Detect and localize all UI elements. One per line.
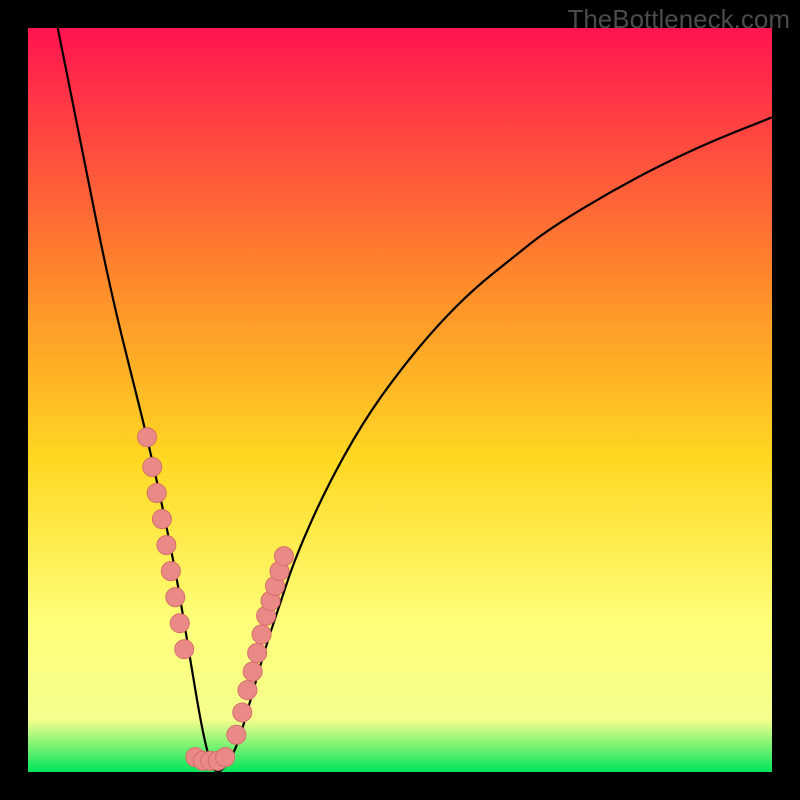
data-marker	[170, 614, 189, 633]
chart-svg	[28, 28, 772, 772]
data-marker	[143, 457, 162, 476]
data-marker	[166, 588, 185, 607]
data-marker	[216, 748, 235, 767]
data-marker	[233, 703, 252, 722]
data-marker	[152, 510, 171, 529]
outer-frame: TheBottleneck.com	[0, 0, 800, 800]
data-marker	[157, 536, 176, 555]
data-marker	[248, 643, 267, 662]
data-marker	[252, 625, 271, 644]
data-marker	[238, 681, 257, 700]
gradient-background	[28, 28, 772, 772]
data-marker	[175, 640, 194, 659]
data-marker	[147, 484, 166, 503]
data-marker	[138, 428, 157, 447]
plot-area	[28, 28, 772, 772]
data-marker	[274, 547, 293, 566]
data-marker	[161, 562, 180, 581]
data-marker	[227, 725, 246, 744]
data-marker	[243, 662, 262, 681]
